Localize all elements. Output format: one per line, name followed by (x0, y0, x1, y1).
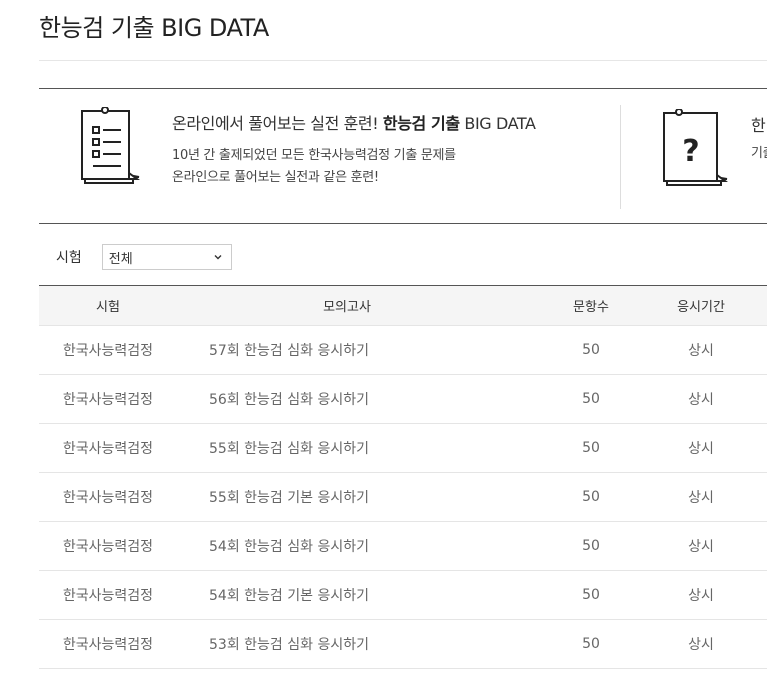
take-exam-link[interactable]: 54회 한능검 기본 응시하기 (177, 585, 527, 605)
table-row: 한국사능력검정 56회 한능검 심화 응시하기 50 상시 (39, 375, 767, 424)
header-period: 응시기간 (677, 300, 725, 315)
take-exam-link[interactable]: 55회 한능검 심화 응시하기 (177, 438, 527, 458)
chevron-down-icon (214, 255, 222, 260)
table-row: 한국사능력검정 55회 한능검 심화 응시하기 50 상시 (39, 424, 767, 473)
period-cell: 상시 (688, 539, 714, 555)
intro-banner: 온라인에서 풀어보는 실전 훈련! 한능검 기출 BIG DATA 10년 간 … (39, 88, 767, 224)
document-list-icon (79, 106, 143, 193)
question-count-cell: 50 (582, 489, 600, 505)
banner-headline-bold: 한능검 기출 (382, 114, 460, 133)
banner-headline-suffix: BIG DATA (459, 114, 536, 133)
title-divider (39, 60, 767, 61)
period-cell: 상시 (688, 637, 714, 653)
question-document-icon: ? (661, 108, 731, 195)
question-count-cell: 50 (582, 440, 600, 456)
table-header: 시험 모의고사 문항수 응시기간 (39, 286, 767, 326)
banner-desc-line-1: 10년 간 출제되었던 모든 한국사능력검정 기출 문제를 (172, 148, 456, 163)
exam-cell: 한국사능력검정 (62, 392, 154, 408)
table-row: 한국사능력검정 57회 한능검 심화 응시하기 50 상시 (39, 326, 767, 375)
period-cell: 상시 (688, 441, 714, 457)
exam-select[interactable]: 전체 (101, 244, 232, 270)
exam-cell: 한국사능력검정 (62, 588, 154, 604)
banner-description-2: 기출 (751, 146, 767, 161)
exam-cell: 한국사능력검정 (62, 441, 154, 457)
filter-label: 시험 (56, 250, 82, 266)
table-row: 한국사능력검정 54회 한능검 기본 응시하기 50 상시 (39, 571, 767, 620)
table-row: 한국사능력검정 55회 한능검 기본 응시하기 50 상시 (39, 473, 767, 522)
banner-card-bigdata: 온라인에서 풀어보는 실전 훈련! 한능검 기출 BIG DATA 10년 간 … (39, 89, 619, 223)
question-count-cell: 50 (582, 538, 600, 554)
period-cell: 상시 (688, 490, 714, 506)
banner-headline-2: 한 (751, 116, 766, 135)
page-title: 한능검 기출 BIG DATA (39, 14, 269, 42)
svg-text:?: ? (682, 134, 699, 169)
period-cell: 상시 (688, 588, 714, 604)
take-exam-link[interactable]: 56회 한능검 심화 응시하기 (177, 389, 527, 409)
exam-cell: 한국사능력검정 (62, 637, 154, 653)
banner-headline-prefix: 온라인에서 풀어보는 실전 훈련! (172, 114, 383, 133)
banner-description: 10년 간 출제되었던 모든 한국사능력검정 기출 문제를 온라인으로 풀어보는… (172, 145, 456, 189)
question-count-cell: 50 (582, 636, 600, 652)
exam-cell: 한국사능력검정 (62, 343, 154, 359)
question-count-cell: 50 (582, 342, 600, 358)
header-exam: 시험 (96, 300, 120, 315)
question-count-cell: 50 (582, 587, 600, 603)
table-row: 한국사능력검정 53회 한능검 심화 응시하기 50 상시 (39, 620, 767, 669)
take-exam-link[interactable]: 57회 한능검 심화 응시하기 (177, 340, 527, 360)
banner-desc-line-2: 온라인으로 풀어보는 실전과 같은 훈련! (172, 170, 379, 185)
question-count-cell: 50 (582, 391, 600, 407)
exam-cell: 한국사능력검정 (62, 539, 154, 555)
banner-headline: 온라인에서 풀어보는 실전 훈련! 한능검 기출 BIG DATA (172, 110, 536, 134)
table-row: 한국사능력검정 54회 한능검 심화 응시하기 50 상시 (39, 522, 767, 571)
exam-cell: 한국사능력검정 (62, 490, 154, 506)
take-exam-link[interactable]: 53회 한능검 심화 응시하기 (177, 634, 527, 654)
take-exam-link[interactable]: 54회 한능검 심화 응시하기 (177, 536, 527, 556)
exam-select-value: 전체 (108, 251, 133, 267)
take-exam-link[interactable]: 55회 한능검 기본 응시하기 (177, 487, 527, 507)
period-cell: 상시 (688, 343, 714, 359)
period-cell: 상시 (688, 392, 714, 408)
exam-filter: 시험 전체 (56, 244, 232, 270)
banner-card-question: ? 한 기출 (620, 105, 767, 209)
header-count: 문항수 (573, 300, 609, 315)
header-mock: 모의고사 (323, 300, 371, 315)
mock-exam-table: 시험 모의고사 문항수 응시기간 한국사능력검정 57회 한능검 심화 응시하기 5… (39, 285, 767, 669)
